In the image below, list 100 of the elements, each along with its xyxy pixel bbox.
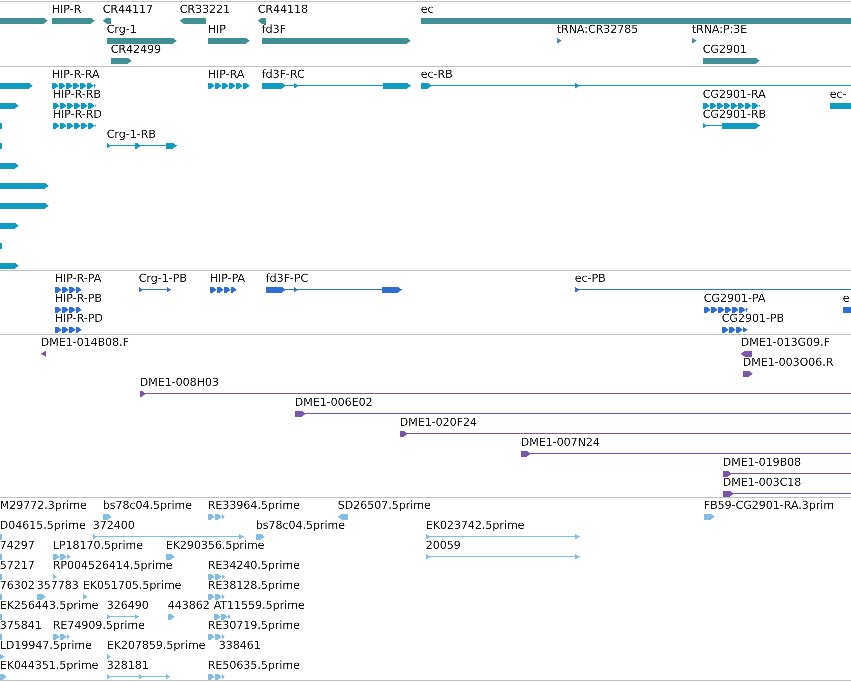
feature-arrow [692,37,697,45]
feature-arrow [338,513,348,521]
feature-arrow [214,613,231,621]
feature-arrow [53,633,70,641]
feature-arrow [704,513,715,521]
feature-label: D04615.5prime [0,519,86,532]
feature-label: EK256443.5prime [0,599,99,612]
feature-arrow [256,533,265,541]
feature-arrow [0,202,49,210]
feature-line [139,286,171,294]
feature-label: DME1-019B08 [723,456,802,469]
feature-arrow [83,593,88,601]
feature-label: DME1-013G09.F [741,336,830,349]
feature-arrow [210,286,237,294]
feature-arrow [0,17,48,25]
feature-label: RE50635.5prime [208,659,300,672]
feature-label: 20059 [426,539,461,552]
feature-label: RE34240.5prime [208,559,300,572]
feature-label: CR33221 [180,3,230,16]
feature-arrow [743,370,753,378]
feature-label: CR44117 [103,3,154,16]
feature-arrow [0,82,33,90]
feature-label: DME1-007N24 [521,436,600,449]
feature-label: ec [421,3,434,16]
feature-label: 375841 [0,619,42,632]
feature-arrow [0,222,19,230]
feature-arrow [111,57,132,65]
feature-line [107,142,177,150]
feature-label: LP18170.5prime [53,539,144,552]
feature-label: DME1-006E02 [295,396,373,409]
feature-label: DME1-003O06.R [743,356,834,369]
feature-label: SD26507.5prime [338,499,431,512]
feature-arrow [703,102,760,110]
feature-label: HIP-R [52,3,82,16]
feature-arrow [52,82,96,90]
feature-arrow [55,326,82,334]
feature-label: CG2901 [703,43,748,56]
feature-arrow [0,162,19,170]
feature-arrow [41,350,46,358]
feature-arrow [103,17,111,25]
feature-label: LD19947.5prime [0,639,92,652]
feature-label: tRNA:CR32785 [557,23,639,36]
feature-label: CR42499 [111,43,162,56]
feature-label: EK044351.5prime [0,659,99,672]
feature-arrow [722,326,748,334]
feature-label: bs78c04.5prime [256,519,346,532]
feature-label: Crg-1 [107,23,137,36]
feature-arrow [208,633,225,641]
feature-label: EK023742.5prime [426,519,525,532]
feature-arrow [208,513,225,521]
feature-arrow [166,553,175,561]
feature-arrow [0,653,5,661]
feature-arrow [208,673,225,680]
feature-label: fd3F-RC [262,68,305,81]
feature-arrow [53,573,57,581]
feature-label: ec- [830,88,847,101]
feature-arrow [53,122,96,130]
feature-label: e [843,292,850,305]
feature-line [107,613,139,621]
feature-label: HIP-R-PB [55,292,102,305]
feature-arrow [180,17,206,25]
feature-arrow [208,82,250,90]
feature-arrow [53,553,71,561]
feature-arrow [107,37,177,45]
feature-label: RE38128.5prime [208,579,300,592]
feature-arrow [0,673,7,680]
feature-arrow [52,17,95,25]
feature-label: M29772.3prime [0,499,88,512]
feature-label: HIP [208,23,226,36]
feature-label: fd3F [262,23,286,36]
feature-label: DME1-020F24 [400,416,478,429]
feature-arrow [55,306,82,314]
feature-label: DME1-014B08.F [41,336,130,349]
feature-label: 74297 [0,539,35,552]
feature-label: 326490 [107,599,149,612]
feature-label: 57217 [0,559,35,572]
feature-label: fd3F-PC [266,272,308,285]
feature-label: EK290356.5prime [166,539,265,552]
feature-label: RP004526414.5prime [53,559,173,572]
feature-arrow [208,37,250,45]
feature-label: HIP-R-RB [53,88,102,101]
feature-label: FB59-CG2901-RA.3prim [704,499,834,512]
feature-line [107,673,170,680]
feature-label: DME1-003C18 [723,476,802,489]
feature-arrow [37,593,46,601]
feature-arrow [258,17,266,25]
feature-label: EK207859.5prime [107,639,206,652]
feature-arrow [704,306,748,314]
feature-label: tRNA:P:3E [692,23,748,36]
feature-arrow [107,653,111,661]
feature-arrow [103,513,112,521]
feature-label: HIP-R-RA [52,68,100,81]
feature-label: CG2901-RA [703,88,766,101]
feature-label: AT11559.5prime [214,599,305,612]
feature-label: Crg-1-PB [139,272,188,285]
feature-label: RE33964.5prime [208,499,300,512]
feature-label: CG2901-RB [703,108,766,121]
feature-label: bs78c04.5prime [103,499,192,512]
feature-label: 328181 [107,659,149,672]
feature-label: ec-PB [575,272,606,285]
